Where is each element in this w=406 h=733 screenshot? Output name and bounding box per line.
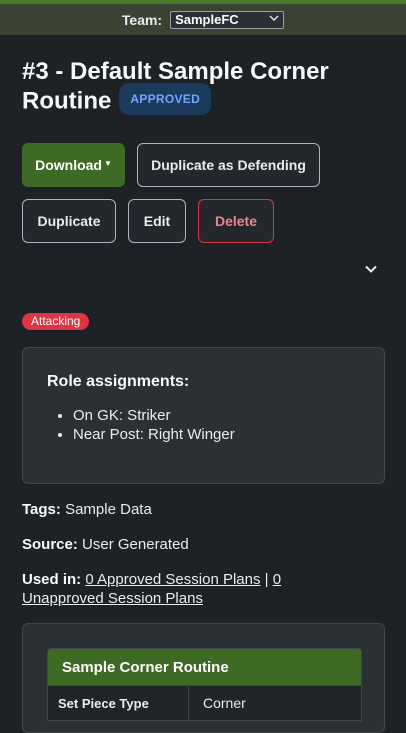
tags-value: Sample Data	[65, 501, 152, 518]
list-item: On GK: Striker	[73, 406, 235, 425]
type-badge: Attacking	[22, 313, 90, 330]
role-assignments-heading: Role assignments:	[47, 373, 190, 390]
source-label: Source:	[22, 536, 78, 553]
team-bar: Team: SampleFC	[0, 0, 406, 35]
used-in-line: Used in: 0 Approved Session Plans | 0 Un…	[22, 570, 312, 608]
duplicate-button[interactable]: Duplicate	[22, 199, 116, 243]
used-in-separator: |	[264, 571, 269, 588]
team-select-value: SampleFC	[175, 12, 239, 27]
download-label: Download	[35, 157, 102, 173]
role-assignments-card: Role assignments: On GK: Striker Near Po…	[22, 347, 385, 484]
used-in-label: Used in:	[22, 571, 82, 588]
page-title: #3 - Default Sample Corner Routine APPROV…	[22, 58, 382, 118]
delete-button[interactable]: Delete	[198, 199, 274, 243]
team-label: Team:	[121, 11, 163, 28]
routine-details-card: Sample Corner Routine Set Piece Type Cor…	[22, 623, 385, 733]
caret-down-icon: ▼	[103, 158, 112, 168]
chevron-down-icon[interactable]	[360, 258, 382, 280]
status-badge: APPROVED	[119, 83, 212, 115]
table-cell-key: Set Piece Type	[48, 686, 189, 720]
chevron-down-icon	[269, 14, 279, 25]
duplicate-as-defending-button[interactable]: Duplicate as Defending	[137, 143, 320, 187]
team-select[interactable]: SampleFC	[170, 10, 285, 29]
approved-session-plans-link[interactable]: 0 Approved Session Plans	[85, 571, 260, 588]
edit-button[interactable]: Edit	[128, 199, 186, 243]
role-list: On GK: Striker Near Post: Right Winger	[51, 406, 235, 444]
table-cell-value: Corner	[203, 695, 246, 711]
table-row: Set Piece Type Corner	[48, 685, 361, 720]
list-item: Near Post: Right Winger	[73, 425, 235, 444]
routine-details-table: Sample Corner Routine Set Piece Type Cor…	[47, 648, 362, 721]
routine-details-heading: Sample Corner Routine	[48, 649, 361, 685]
download-button[interactable]: Download ▼	[22, 143, 125, 187]
tags-line: Tags: Sample Data	[22, 500, 152, 519]
source-line: Source: User Generated	[22, 535, 189, 554]
source-value: User Generated	[82, 536, 189, 553]
tags-label: Tags:	[22, 501, 61, 518]
